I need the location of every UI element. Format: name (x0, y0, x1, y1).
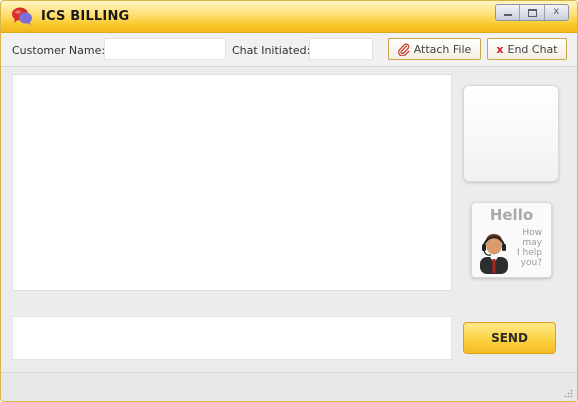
chat-transcript[interactable] (12, 74, 452, 291)
status-bar (1, 372, 577, 401)
chat-toolbar: Customer Name: Chat Initiated: Attach Fi… (1, 33, 577, 67)
attach-file-label: Attach File (413, 42, 472, 56)
minimize-button[interactable] (496, 5, 521, 20)
message-input[interactable] (12, 316, 452, 360)
end-chat-label: End Chat (507, 42, 558, 56)
window-controls: x (495, 4, 569, 21)
attach-file-button[interactable]: Attach File (388, 38, 481, 60)
hello-title: Hello (489, 206, 534, 224)
title-bar[interactable]: ICS BILLING x (1, 1, 577, 33)
customer-name-label: Customer Name: (12, 44, 106, 57)
chat-initiated-input[interactable] (309, 38, 373, 60)
chat-initiated-label: Chat Initiated: (232, 44, 311, 57)
resize-grip-icon[interactable] (563, 388, 573, 398)
chat-body: Hello How may I help you? SEND (1, 67, 577, 371)
hello-card: Hello How may I help you? (471, 202, 552, 278)
customer-name-input[interactable] (104, 38, 226, 60)
hello-subtitle: How may I help you? (517, 228, 542, 268)
chat-bubbles-icon (12, 7, 32, 25)
agent-photo-frame (463, 85, 559, 182)
send-button[interactable]: SEND (463, 322, 556, 354)
window-title: ICS BILLING (41, 9, 130, 24)
close-button[interactable]: x (545, 5, 568, 20)
x-icon: x (496, 42, 504, 56)
maximize-button[interactable] (520, 5, 545, 20)
support-agent-icon (480, 234, 508, 274)
paperclip-icon (397, 43, 410, 56)
end-chat-button[interactable]: x End Chat (487, 38, 567, 60)
send-label: SEND (491, 331, 528, 345)
app-window: ICS BILLING x Customer Name: Chat Initia… (0, 0, 578, 402)
close-icon: x (553, 6, 560, 17)
